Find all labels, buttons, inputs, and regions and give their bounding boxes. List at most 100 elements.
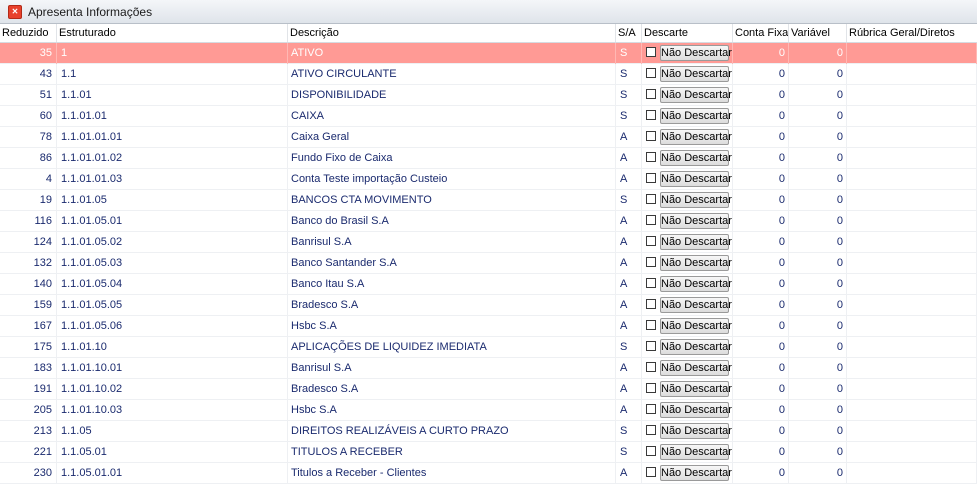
table-row[interactable]: 43 1.1 ATIVO CIRCULANTE S Não Descartar 0 0 — [0, 64, 977, 85]
cell-reduzido: 78 — [8, 127, 57, 148]
table-row[interactable]: 124 1.1.01.05.02 Banrisul S.A A Não Descarta… — [0, 232, 977, 253]
nao-descartar-button[interactable]: Não Descartar — [660, 234, 732, 250]
descartar-checkbox[interactable] — [646, 404, 656, 414]
cell-rubrica — [847, 64, 977, 85]
nao-descartar-button[interactable]: Não Descartar — [660, 402, 732, 418]
nao-descartar-button[interactable]: Não Descartar — [660, 129, 732, 145]
cell-descarte: Não Descartar — [642, 232, 733, 253]
cell-descarte: Não Descartar — [642, 85, 733, 106]
table-row[interactable]: 78 1.1.01.01.01 Caixa Geral A Não Descartar 0… — [0, 127, 977, 148]
column-header-variavel[interactable]: Variável — [789, 24, 847, 42]
cell-estruturado: 1.1.01.05.02 — [57, 232, 288, 253]
table-row[interactable]: 60 1.1.01.01 CAIXA S Não Descartar 0 0 — [0, 106, 977, 127]
table-row[interactable]: 19 1.1.01.05 BANCOS CTA MOVIMENTO S Não Desc… — [0, 190, 977, 211]
column-header-sa[interactable]: S/A — [616, 24, 642, 42]
descartar-checkbox[interactable] — [646, 425, 656, 435]
table-row[interactable]: 175 1.1.01.10 APLICAÇÕES DE LIQUIDEZ IMEDI… — [0, 337, 977, 358]
nao-descartar-button[interactable]: Não Descartar — [660, 171, 732, 187]
descartar-checkbox[interactable] — [646, 215, 656, 225]
nao-descartar-button[interactable]: Não Descartar — [660, 87, 732, 103]
descartar-checkbox[interactable] — [646, 131, 656, 141]
cell-rubrica — [847, 127, 977, 148]
column-header-descarte[interactable]: Descarte — [642, 24, 733, 42]
table-row[interactable]: 230 1.1.05.01.01 Titulos a Receber - Clien… — [0, 463, 977, 484]
cell-sa: S — [616, 442, 642, 463]
descartar-checkbox[interactable] — [646, 68, 656, 78]
nao-descartar-button[interactable]: Não Descartar — [660, 465, 732, 481]
column-header-reduzido[interactable]: Reduzido — [0, 24, 57, 42]
window-title: Apresenta Informações — [28, 4, 153, 19]
nao-descartar-button[interactable]: Não Descartar — [660, 318, 732, 334]
cell-descricao: TITULOS A RECEBER — [288, 442, 616, 463]
column-header-rubrica[interactable]: Rúbrica Geral/Diretos — [847, 24, 977, 42]
descartar-checkbox[interactable] — [646, 278, 656, 288]
descartar-checkbox[interactable] — [646, 341, 656, 351]
nao-descartar-button[interactable]: Não Descartar — [660, 381, 732, 397]
table-row[interactable]: 35 1 ATIVO S Não Descartar 0 0 — [0, 43, 977, 64]
cell-sa: A — [616, 253, 642, 274]
table-row[interactable]: 51 1.1.01 DISPONIBILIDADE S Não Descartar 0 0 — [0, 85, 977, 106]
descartar-checkbox[interactable] — [646, 362, 656, 372]
column-header-estruturado[interactable]: Estruturado — [57, 24, 288, 42]
descartar-checkbox[interactable] — [646, 89, 656, 99]
descartar-checkbox[interactable] — [646, 299, 656, 309]
cell-rubrica — [847, 442, 977, 463]
table-row[interactable]: 159 1.1.01.05.05 Bradesco S.A A Não Descarta… — [0, 295, 977, 316]
cell-estruturado: 1.1.01.05.01 — [57, 211, 288, 232]
cell-reduzido: 43 — [8, 64, 57, 85]
table-row[interactable]: 205 1.1.01.10.03 Hsbc S.A A Não Descartar 0 0 — [0, 400, 977, 421]
descartar-checkbox[interactable] — [646, 236, 656, 246]
descartar-checkbox[interactable] — [646, 194, 656, 204]
table-row[interactable]: 221 1.1.05.01 TITULOS A RECEBER S Não Descar… — [0, 442, 977, 463]
nao-descartar-button[interactable]: Não Descartar — [660, 192, 732, 208]
nao-descartar-button[interactable]: Não Descartar — [660, 108, 732, 124]
cell-descricao: CAIXA — [288, 106, 616, 127]
descartar-checkbox[interactable] — [646, 152, 656, 162]
cell-reduzido: 60 — [8, 106, 57, 127]
descartar-checkbox[interactable] — [646, 110, 656, 120]
nao-descartar-button[interactable]: Não Descartar — [660, 276, 732, 292]
cell-descarte: Não Descartar — [642, 337, 733, 358]
nao-descartar-button[interactable]: Não Descartar — [660, 66, 732, 82]
nao-descartar-button[interactable]: Não Descartar — [660, 213, 732, 229]
cell-sa: S — [616, 106, 642, 127]
cell-reduzido: 191 — [8, 379, 57, 400]
descartar-checkbox[interactable] — [646, 47, 656, 57]
descartar-checkbox[interactable] — [646, 446, 656, 456]
cell-variavel: 0 — [789, 442, 847, 463]
nao-descartar-button[interactable]: Não Descartar — [660, 360, 732, 376]
nao-descartar-button[interactable]: Não Descartar — [660, 255, 732, 271]
nao-descartar-button[interactable]: Não Descartar — [660, 339, 732, 355]
descartar-checkbox[interactable] — [646, 173, 656, 183]
cell-reduzido: 205 — [8, 400, 57, 421]
table-row[interactable]: 140 1.1.01.05.04 Banco Itau S.A A Não Descar… — [0, 274, 977, 295]
nao-descartar-button[interactable]: Não Descartar — [660, 45, 732, 61]
table-row[interactable]: 132 1.1.01.05.03 Banco Santander S.A A Não D… — [0, 253, 977, 274]
cell-sa: A — [616, 148, 642, 169]
cell-rubrica — [847, 106, 977, 127]
column-header-conta-fixa[interactable]: Conta Fixa — [733, 24, 789, 42]
nao-descartar-button[interactable]: Não Descartar — [660, 297, 732, 313]
descartar-checkbox[interactable] — [646, 257, 656, 267]
table-row[interactable]: 213 1.1.05 DIREITOS REALIZÁVEIS A CURTO PR… — [0, 421, 977, 442]
table-row[interactable]: 4 1.1.01.01.03 Conta Teste importação Cust… — [0, 169, 977, 190]
cell-estruturado: 1.1.01.01.02 — [57, 148, 288, 169]
descartar-checkbox[interactable] — [646, 383, 656, 393]
cell-estruturado: 1.1.05 — [57, 421, 288, 442]
window-titlebar: ✕ Apresenta Informações — [0, 0, 977, 24]
table-row[interactable]: 183 1.1.01.10.01 Banrisul S.A A Não Descarta… — [0, 358, 977, 379]
table-row[interactable]: 116 1.1.01.05.01 Banco do Brasil S.A A Não D… — [0, 211, 977, 232]
cell-conta-fixa: 0 — [733, 442, 789, 463]
descartar-checkbox[interactable] — [646, 320, 656, 330]
cell-rubrica — [847, 43, 977, 64]
table-row[interactable]: 86 1.1.01.01.02 Fundo Fixo de Caixa A Não De… — [0, 148, 977, 169]
nao-descartar-button[interactable]: Não Descartar — [660, 444, 732, 460]
column-header-descricao[interactable]: Descrição — [288, 24, 616, 42]
table-row[interactable]: 167 1.1.01.05.06 Hsbc S.A A Não Descartar 0 0 — [0, 316, 977, 337]
cell-rubrica — [847, 400, 977, 421]
nao-descartar-button[interactable]: Não Descartar — [660, 150, 732, 166]
nao-descartar-button[interactable]: Não Descartar — [660, 423, 732, 439]
cell-estruturado: 1.1.01.01.01 — [57, 127, 288, 148]
descartar-checkbox[interactable] — [646, 467, 656, 477]
table-row[interactable]: 191 1.1.01.10.02 Bradesco S.A A Não Descarta… — [0, 379, 977, 400]
